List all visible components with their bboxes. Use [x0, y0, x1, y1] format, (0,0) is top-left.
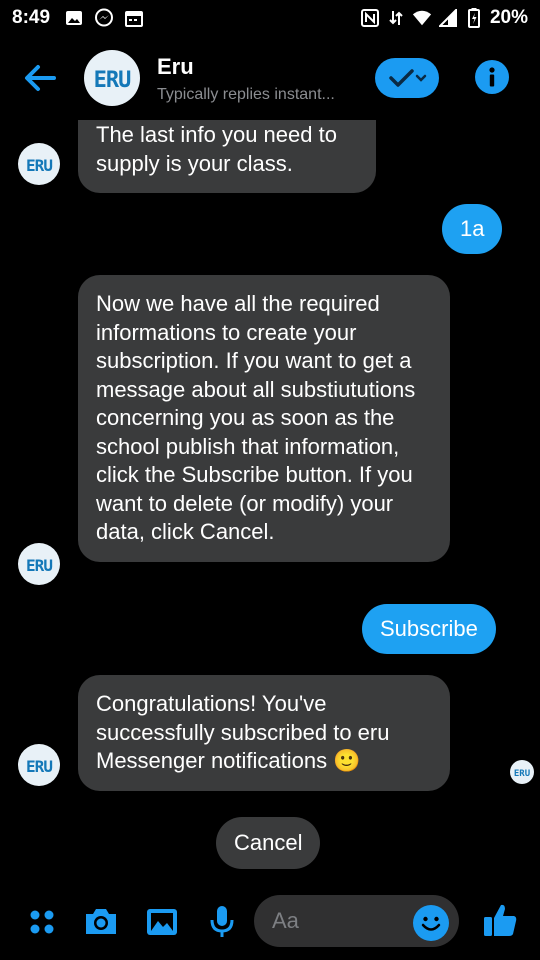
eru-logo-icon: ERU	[26, 556, 53, 575]
signal-icon	[438, 8, 458, 28]
message-composer: Aa	[0, 884, 540, 960]
more-actions-button[interactable]	[22, 902, 62, 942]
messenger-notification-icon	[94, 8, 114, 28]
message-bubble-outgoing[interactable]: 1a	[442, 204, 503, 254]
menu-dots-icon	[30, 910, 54, 934]
eru-logo-icon: ERU	[94, 68, 132, 93]
wifi-icon	[412, 8, 432, 28]
svg-text:ERU: ERU	[514, 769, 530, 779]
contact-avatar[interactable]: ERU	[84, 50, 140, 106]
info-icon	[489, 67, 495, 87]
image-icon	[147, 909, 177, 935]
contact-name[interactable]: Eru	[157, 54, 194, 80]
message-bubble-outgoing[interactable]: Subscribe	[362, 604, 496, 654]
message-list[interactable]: The last info you need to supply is your…	[0, 120, 540, 884]
check-dropdown-button[interactable]	[375, 58, 439, 98]
contact-status: Typically replies instant...	[157, 86, 335, 103]
seen-indicator-avatar: ERU	[510, 760, 534, 784]
gallery-button[interactable]	[142, 902, 182, 942]
nfc-icon	[360, 8, 380, 28]
quick-reply-cancel-button[interactable]: Cancel	[216, 817, 321, 869]
message-bubble-incoming[interactable]: Congratulations! You've successfully sub…	[78, 675, 450, 791]
gallery-notification-icon	[64, 8, 84, 28]
arrow-left-icon	[25, 65, 56, 91]
eru-logo-icon: ERU	[26, 757, 53, 776]
chat-header: ERU Eru Typically replies instant...	[0, 36, 540, 120]
svg-text:ERU: ERU	[26, 757, 52, 776]
calendar-notification-icon	[124, 8, 144, 28]
camera-icon	[86, 909, 116, 934]
eru-logo-icon: ERU	[26, 156, 53, 175]
battery-percentage: 20%	[489, 7, 528, 28]
svg-text:ERU: ERU	[26, 156, 52, 175]
like-button[interactable]	[480, 900, 520, 940]
microphone-icon	[210, 906, 234, 937]
voice-message-button[interactable]	[202, 902, 242, 942]
back-button[interactable]	[22, 60, 62, 96]
sender-avatar[interactable]: ERU	[18, 744, 60, 786]
eru-logo-icon: ERU	[514, 769, 530, 779]
message-bubble-incoming[interactable]: Now we have all the required information…	[78, 275, 450, 562]
battery-icon	[464, 8, 484, 28]
sender-avatar[interactable]: ERU	[18, 143, 60, 185]
camera-button[interactable]	[81, 902, 121, 942]
sender-avatar[interactable]: ERU	[18, 543, 60, 585]
status-bar: 8:49 20%	[0, 0, 540, 36]
check-chevron-icon	[389, 69, 427, 87]
svg-text:ERU: ERU	[26, 556, 52, 575]
svg-text:ERU: ERU	[94, 68, 131, 93]
status-time: 8:49	[12, 7, 51, 28]
data-transfer-icon	[386, 8, 406, 28]
info-button[interactable]	[475, 60, 509, 94]
message-bubble-incoming[interactable]: The last info you need to supply is your…	[78, 120, 376, 193]
thumbs-up-icon	[484, 904, 517, 936]
emoji-button[interactable]	[413, 905, 449, 941]
emoji-icon	[421, 916, 441, 931]
